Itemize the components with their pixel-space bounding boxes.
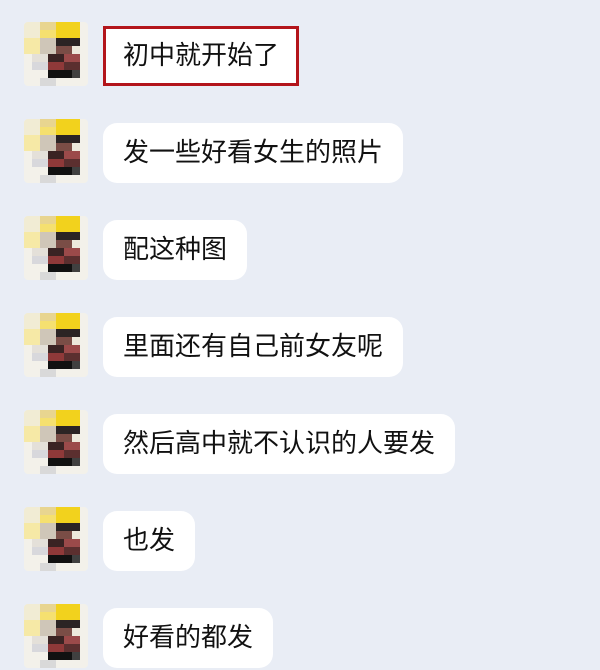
message-bubble[interactable]: 好看的都发	[103, 608, 274, 668]
message-row: 然后高中就不认识的人要发	[0, 406, 600, 476]
chat-message-list: 初中就开始了 发一些好看女生的照片 配这种图 里面还有自己前女友呢 然后高中就不…	[0, 0, 600, 668]
avatar[interactable]	[24, 216, 88, 280]
message-bubble[interactable]: 里面还有自己前女友呢	[103, 317, 404, 377]
avatar[interactable]	[24, 410, 88, 474]
avatar[interactable]	[24, 22, 88, 86]
avatar[interactable]	[24, 507, 88, 571]
avatar[interactable]	[24, 604, 88, 668]
message-bubble[interactable]: 发一些好看女生的照片	[103, 123, 404, 183]
message-row: 配这种图	[0, 212, 600, 282]
message-row: 好看的都发	[0, 600, 600, 670]
message-row: 里面还有自己前女友呢	[0, 309, 600, 379]
message-row: 初中就开始了	[0, 18, 600, 88]
avatar[interactable]	[24, 119, 88, 183]
message-row: 也发	[0, 503, 600, 573]
message-bubble[interactable]: 也发	[103, 511, 196, 571]
message-bubble[interactable]: 然后高中就不认识的人要发	[103, 414, 456, 474]
avatar[interactable]	[24, 313, 88, 377]
message-bubble[interactable]: 配这种图	[103, 220, 248, 280]
message-row: 发一些好看女生的照片	[0, 115, 600, 185]
message-bubble-highlighted[interactable]: 初中就开始了	[103, 26, 300, 86]
